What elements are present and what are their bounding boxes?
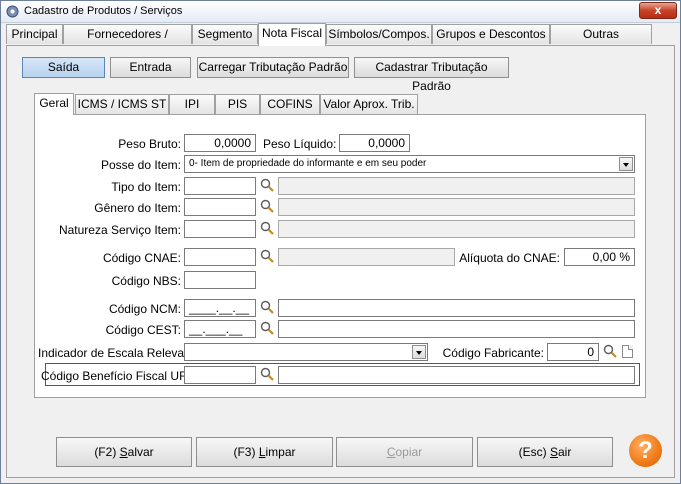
codigo-beneficio-field[interactable] xyxy=(184,366,256,384)
copiar-button[interactable]: Copiar xyxy=(336,437,473,467)
codigo-beneficio-label: Código Benefício Fiscal UF: xyxy=(41,369,190,383)
tab-nota-fiscal[interactable]: Nota Fiscal xyxy=(258,23,326,46)
tab-cofins[interactable]: COFINS xyxy=(260,94,320,114)
entrada-button[interactable]: Entrada xyxy=(110,57,191,78)
tab-ipi[interactable]: IPI xyxy=(169,94,215,114)
tab-outras-informacoes[interactable]: Outras Informações xyxy=(550,24,652,60)
product-registration-window: Cadastro de Produtos / Serviços x Princi… xyxy=(0,0,681,484)
posse-item-select[interactable]: 0- Item de propriedade do informante e e… xyxy=(184,155,635,173)
salvar-prefix: (F2) xyxy=(94,445,120,459)
codigo-fabricante-field[interactable]: 0 xyxy=(547,343,599,361)
chevron-down-icon[interactable] xyxy=(619,157,633,171)
posse-item-value: 0- Item de propriedade do informante e e… xyxy=(189,158,427,169)
salvar-button[interactable]: (F2) Salvar xyxy=(56,437,192,467)
aliquota-cnae-field[interactable]: 0,00 % xyxy=(564,248,635,266)
tab-simbolos-compos[interactable]: Símbolos/Compos. xyxy=(326,24,432,44)
tipo-item-field[interactable] xyxy=(184,177,256,195)
natureza-servico-field[interactable] xyxy=(184,220,256,238)
cadastrar-tributacao-button[interactable]: Cadastrar Tributação Padrão xyxy=(354,57,509,93)
title-bar: Cadastro de Produtos / Serviços x xyxy=(1,1,680,23)
codigo-cnae-label: Código CNAE: xyxy=(102,251,181,265)
close-button[interactable]: x xyxy=(639,2,677,19)
indicador-escala-label: Indicador de Escala Relevante: xyxy=(38,346,205,360)
codigo-cnae-field[interactable] xyxy=(184,248,256,266)
limpar-rest: impar xyxy=(265,445,296,459)
codigo-beneficio-description xyxy=(278,366,635,384)
codigo-cest-description xyxy=(278,320,635,338)
codigo-ncm-field[interactable]: ____.__.__ xyxy=(184,299,256,317)
tab-icms-st[interactable]: ICMS / ICMS ST xyxy=(75,94,169,114)
limpar-button[interactable]: (F3) Limpar xyxy=(196,437,333,467)
search-icon[interactable] xyxy=(260,199,274,213)
codigo-cest-label: Código CEST: xyxy=(105,323,181,337)
saida-button[interactable]: Saída xyxy=(22,57,105,78)
indicador-escala-select[interactable] xyxy=(184,343,428,361)
codigo-nbs-field[interactable] xyxy=(184,271,256,289)
tab-principal[interactable]: Principal xyxy=(6,24,63,44)
tab-segmento[interactable]: Segmento xyxy=(192,24,258,44)
aliquota-cnae-label: Alíquota do CNAE: xyxy=(459,251,560,265)
codigo-fabricante-label: Código Fabricante: xyxy=(442,346,544,360)
sair-prefix: (Esc) xyxy=(518,445,550,459)
peso-liquido-label: Peso Líquido: xyxy=(263,137,337,151)
search-icon[interactable] xyxy=(603,344,617,358)
genero-item-description xyxy=(278,198,635,216)
tipo-item-label: Tipo do Item: xyxy=(111,180,181,194)
codigo-cnae-description xyxy=(278,248,455,266)
tipo-item-description xyxy=(278,177,635,195)
help-icon[interactable]: ? xyxy=(629,434,662,467)
sair-button[interactable]: (Esc) Sair xyxy=(477,437,613,467)
natureza-servico-description xyxy=(278,220,635,238)
salvar-rest: alvar xyxy=(127,445,154,459)
copiar-rest: opiar xyxy=(395,445,423,459)
tab-pis[interactable]: PIS xyxy=(215,94,260,114)
window-title: Cadastro de Produtos / Serviços xyxy=(24,5,183,17)
tab-fornecedores-estoque[interactable]: Fornecedores / Estoque xyxy=(63,24,192,60)
peso-bruto-field[interactable]: 0,0000 xyxy=(184,134,256,152)
peso-liquido-field[interactable]: 0,0000 xyxy=(339,134,410,152)
codigo-cest-field[interactable]: __.___.__ xyxy=(184,320,256,338)
tab-geral[interactable]: Geral xyxy=(34,93,74,115)
sair-accel: S xyxy=(549,445,558,459)
genero-item-field[interactable] xyxy=(184,198,256,216)
posse-item-label: Posse do Item: xyxy=(100,158,181,172)
search-icon[interactable] xyxy=(260,321,274,335)
search-icon[interactable] xyxy=(260,367,274,381)
carregar-tributacao-button[interactable]: Carregar Tributação Padrão xyxy=(197,57,349,78)
salvar-accel: S xyxy=(119,445,128,459)
limpar-accel: L xyxy=(258,445,266,459)
search-icon[interactable] xyxy=(260,249,274,263)
sair-rest: air xyxy=(558,445,572,459)
chevron-down-icon[interactable] xyxy=(412,345,426,359)
app-icon xyxy=(6,5,19,18)
search-icon[interactable] xyxy=(260,221,274,235)
codigo-ncm-description xyxy=(278,299,635,317)
genero-item-label: Gênero do Item: xyxy=(94,201,181,215)
tab-valor-aprox-trib[interactable]: Valor Aprox. Trib. xyxy=(320,94,418,114)
limpar-prefix: (F3) xyxy=(233,445,259,459)
document-icon[interactable] xyxy=(622,345,633,358)
search-icon[interactable] xyxy=(260,178,274,192)
tab-grupos-descontos[interactable]: Grupos e Descontos xyxy=(432,24,550,44)
search-icon[interactable] xyxy=(260,300,274,314)
codigo-nbs-label: Código NBS: xyxy=(111,274,181,288)
codigo-ncm-label: Código NCM: xyxy=(108,302,181,316)
natureza-servico-label: Natureza Serviço Item: xyxy=(58,223,181,237)
peso-bruto-label: Peso Bruto: xyxy=(118,137,181,151)
